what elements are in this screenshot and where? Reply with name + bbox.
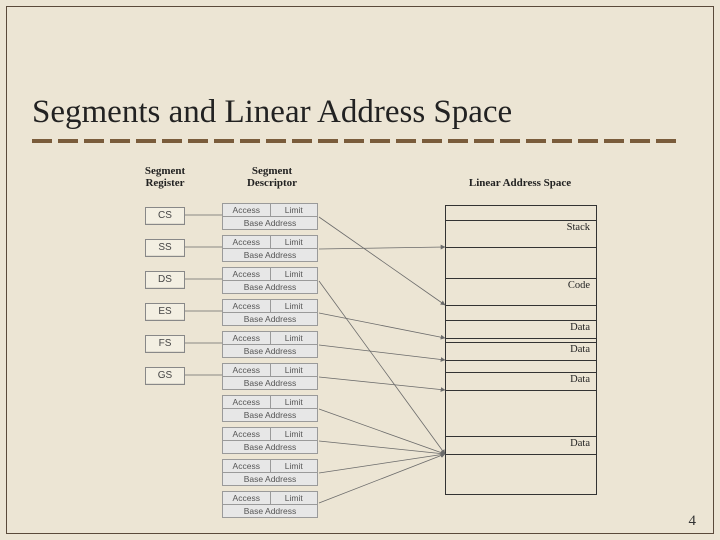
segment-register-gs: GS (145, 367, 185, 385)
descriptor-7: AccessLimit Base Address (222, 427, 318, 454)
diagram: Segment Register Segment Descriptor Line… (140, 165, 610, 505)
linear-segment-data2: Data (446, 342, 596, 361)
descriptor-5: AccessLimit Base Address (222, 363, 318, 390)
header-linear-address-space: Linear Address Space (450, 177, 590, 189)
segment-register-cs: CS (145, 207, 185, 225)
descriptor-4: AccessLimit Base Address (222, 331, 318, 358)
descriptor-3: AccessLimit Base Address (222, 299, 318, 326)
descriptor-access: Access (223, 204, 271, 216)
page-number: 4 (689, 513, 697, 530)
linear-address-space: Stack Code Data Data Data Data (445, 205, 597, 495)
segment-register-es: ES (145, 303, 185, 321)
segment-register-ds: DS (145, 271, 185, 289)
title-divider (32, 139, 682, 143)
page-title: Segments and Linear Address Space (32, 94, 682, 131)
descriptor-base: Base Address (223, 217, 317, 229)
header-segment-register: Segment Register (130, 165, 200, 189)
linear-segment-stack: Stack (446, 220, 596, 248)
descriptor-0: AccessLimit Base Address (222, 203, 318, 230)
descriptor-2: AccessLimit Base Address (222, 267, 318, 294)
descriptor-6: AccessLimit Base Address (222, 395, 318, 422)
descriptor-1: AccessLimit Base Address (222, 235, 318, 262)
descriptor-9: AccessLimit Base Address (222, 491, 318, 518)
linear-segment-code: Code (446, 278, 596, 306)
header-segment-descriptor: Segment Descriptor (232, 165, 312, 189)
linear-segment-data1: Data (446, 320, 596, 339)
linear-segment-data4: Data (446, 436, 596, 455)
title-area: Segments and Linear Address Space (32, 94, 682, 143)
descriptor-8: AccessLimit Base Address (222, 459, 318, 486)
linear-segment-data3: Data (446, 372, 596, 391)
segment-register-fs: FS (145, 335, 185, 353)
segment-register-ss: SS (145, 239, 185, 257)
descriptor-limit: Limit (271, 204, 318, 216)
